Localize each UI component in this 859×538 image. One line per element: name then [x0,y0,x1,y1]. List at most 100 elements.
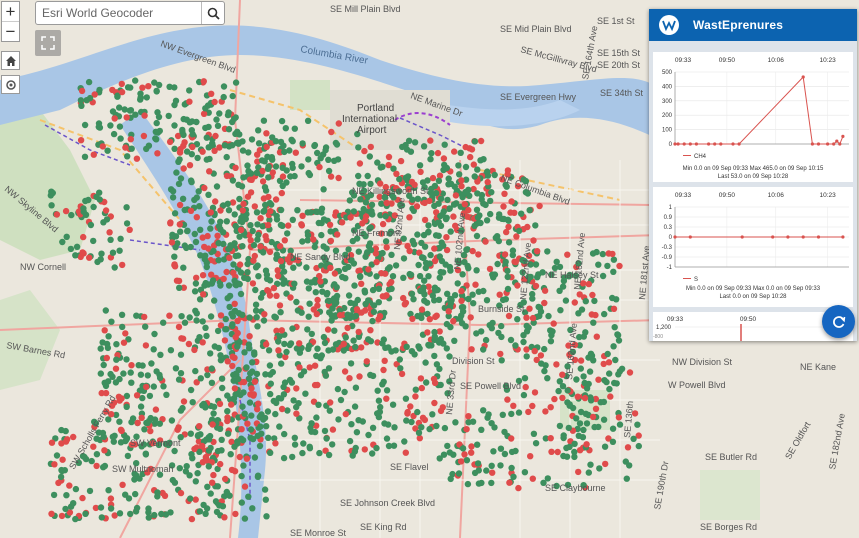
sensor-marker[interactable] [229,177,237,184]
sensor-marker[interactable] [229,142,236,149]
sensor-marker[interactable] [214,327,222,335]
sensor-marker[interactable] [305,285,312,292]
sensor-marker[interactable] [49,189,56,197]
sensor-marker[interactable] [116,104,123,111]
sensor-marker[interactable] [327,264,334,271]
sensor-marker[interactable] [291,125,298,132]
sensor-marker[interactable] [254,406,261,413]
sensor-marker[interactable] [269,156,276,163]
sensor-marker[interactable] [553,258,560,265]
sensor-marker[interactable] [447,475,454,483]
sensor-marker[interactable] [415,261,422,269]
sensor-marker[interactable] [600,398,608,406]
sensor-marker[interactable] [171,122,178,129]
sensor-marker[interactable] [435,177,443,184]
sensor-marker[interactable] [254,432,261,440]
sensor-marker[interactable] [113,341,120,348]
sensor-marker[interactable] [218,375,226,382]
sensor-marker[interactable] [338,219,346,226]
sensor-marker[interactable] [80,233,87,241]
sensor-marker[interactable] [197,226,204,233]
sensor-marker[interactable] [176,201,184,209]
sensor-marker[interactable] [340,347,347,354]
sensor-marker[interactable] [532,440,540,447]
sensor-marker[interactable] [347,360,355,367]
sensor-marker[interactable] [68,211,75,219]
sensor-marker[interactable] [272,163,280,170]
sensor-marker[interactable] [180,115,187,123]
sensor-marker[interactable] [406,247,413,255]
sensor-marker[interactable] [99,429,107,437]
sensor-marker[interactable] [93,193,100,201]
sensor-marker[interactable] [420,143,428,150]
sensor-marker[interactable] [293,385,300,392]
sensor-marker[interactable] [541,345,548,353]
sensor-marker[interactable] [352,343,359,351]
sensor-marker[interactable] [317,278,324,285]
sensor-marker[interactable] [514,316,521,323]
sensor-marker[interactable] [204,281,212,288]
sensor-marker[interactable] [604,350,611,358]
sensor-marker[interactable] [523,314,530,321]
sensor-marker[interactable] [215,257,222,264]
sensor-marker[interactable] [217,357,225,364]
sensor-marker[interactable] [595,261,602,268]
sensor-marker[interactable] [247,222,254,229]
sensor-marker[interactable] [266,199,274,207]
sensor-marker[interactable] [157,351,164,358]
sensor-marker[interactable] [112,365,120,372]
sensor-marker[interactable] [446,205,453,212]
sensor-marker[interactable] [480,346,487,353]
sensor-marker[interactable] [254,236,261,243]
sensor-marker[interactable] [501,450,509,458]
sensor-marker[interactable] [265,193,272,201]
sensor-marker[interactable] [87,221,95,229]
sensor-marker[interactable] [306,445,314,452]
sensor-marker[interactable] [234,317,241,325]
sensor-marker[interactable] [313,414,320,421]
sensor-marker[interactable] [263,271,271,278]
sensor-marker[interactable] [269,368,276,376]
sensor-marker[interactable] [192,307,199,314]
sensor-marker[interactable] [571,440,578,447]
sensor-marker[interactable] [610,256,618,263]
sensor-marker[interactable] [137,94,144,102]
sensor-marker[interactable] [380,378,387,385]
sensor-marker[interactable] [585,380,592,388]
sensor-marker[interactable] [526,305,533,312]
sensor-marker[interactable] [205,447,213,454]
sensor-marker[interactable] [128,379,135,386]
sensor-marker[interactable] [342,334,349,341]
sensor-marker[interactable] [234,343,241,350]
sensor-marker[interactable] [504,396,511,403]
sensor-marker[interactable] [587,350,595,357]
sensor-marker[interactable] [365,297,372,304]
sensor-marker[interactable] [154,150,161,157]
sensor-marker[interactable] [239,243,246,250]
sensor-marker[interactable] [210,247,217,255]
sensor-marker[interactable] [296,349,304,356]
sensor-marker[interactable] [148,360,155,367]
sensor-marker[interactable] [397,365,404,372]
sensor-marker[interactable] [195,188,202,195]
sensor-marker[interactable] [494,260,501,268]
sensor-marker[interactable] [217,282,224,289]
sensor-marker[interactable] [472,281,479,288]
sensor-marker[interactable] [342,410,349,418]
sensor-marker[interactable] [544,475,551,482]
sensor-marker[interactable] [216,400,224,408]
sensor-marker[interactable] [172,365,180,372]
sensor-marker[interactable] [116,247,123,254]
sensor-marker[interactable] [500,203,507,210]
sensor-marker[interactable] [217,460,224,468]
sensor-marker[interactable] [250,257,257,264]
sensor-marker[interactable] [288,379,296,386]
sensor-marker[interactable] [206,155,213,163]
sensor-marker[interactable] [239,218,246,226]
sensor-marker[interactable] [442,164,450,172]
sensor-marker[interactable] [193,317,200,324]
sensor-marker[interactable] [238,499,245,506]
sensor-marker[interactable] [269,134,276,141]
refresh-button[interactable] [822,305,855,338]
sensor-marker[interactable] [86,254,93,261]
